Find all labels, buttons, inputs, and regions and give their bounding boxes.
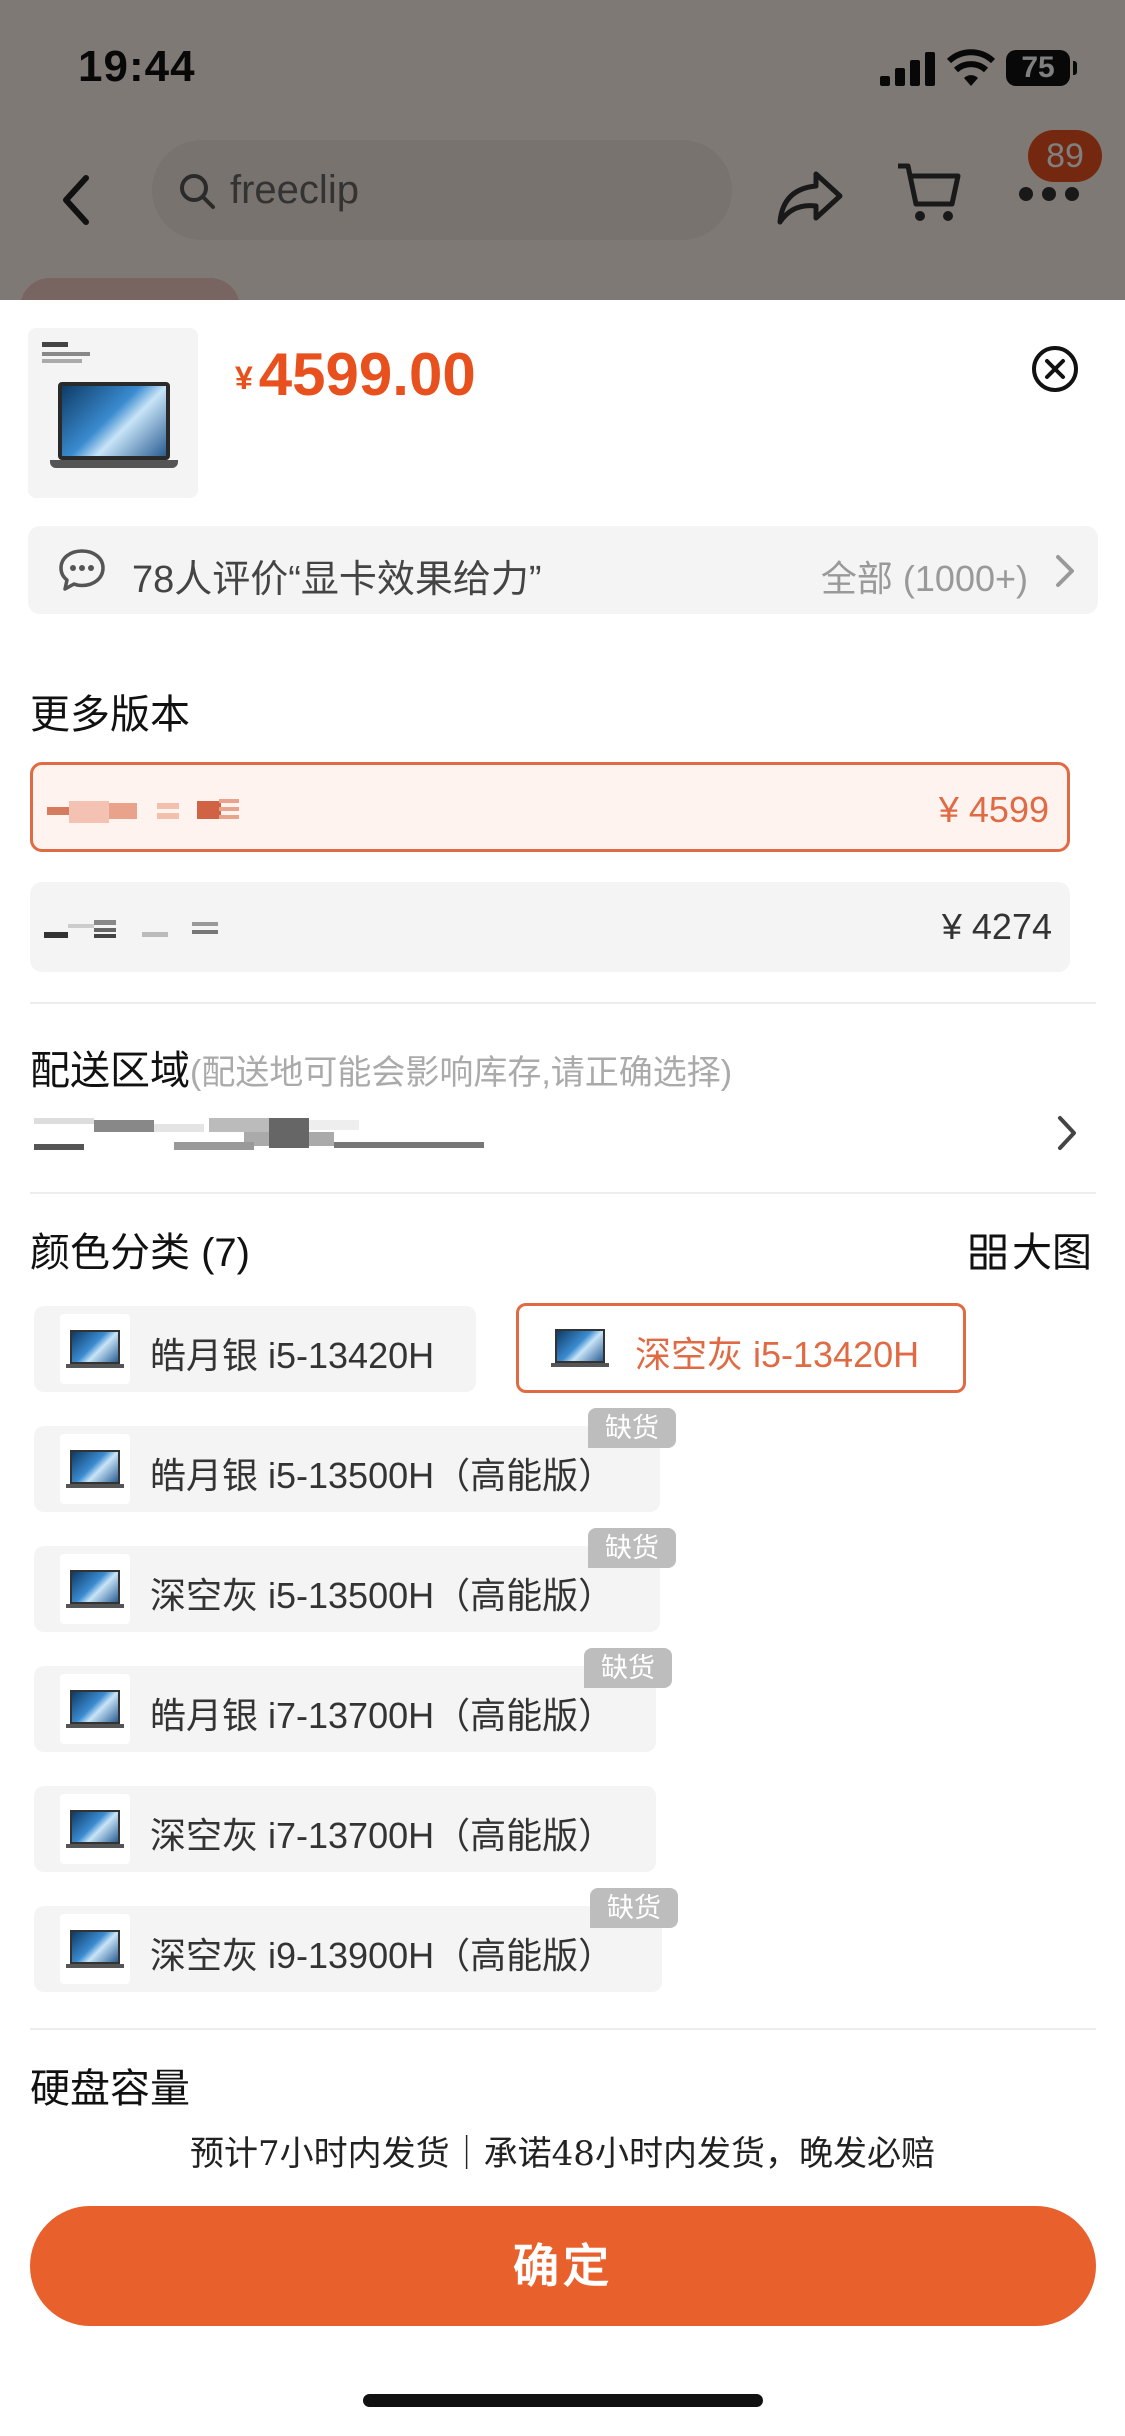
out-of-stock-badge: 缺货 <box>584 1648 672 1688</box>
color-option[interactable]: 皓月银 i5-13500H（高能版） 缺货 <box>34 1408 676 1512</box>
close-icon[interactable] <box>1030 344 1080 394</box>
color-option-selected[interactable]: 深空灰 i5-13420H <box>516 1303 966 1393</box>
delivery-note: (配送地可能会影响库存,请正确选择) <box>190 1054 733 1092</box>
storage-title: 硬盘容量 <box>30 2067 190 2111</box>
section-divider <box>30 1002 1096 1004</box>
color-option[interactable]: 皓月银 i5-13420H <box>34 1306 476 1392</box>
review-summary-text: 78人评价“显卡效果给力” <box>132 559 542 601</box>
color-option[interactable]: 皓月银 i7-13700H（高能版） 缺货 <box>34 1648 672 1752</box>
redacted-delivery-address[interactable] <box>34 1114 504 1154</box>
color-option-label: 皓月银 i7-13700H（高能版） <box>150 1695 615 1736</box>
color-option[interactable]: 深空灰 i7-13700H（高能版） <box>34 1786 656 1872</box>
shipping-note: 预计7小时内发货｜承诺48小时内发货，晚发必赔 <box>190 2134 935 2174</box>
color-option-label: 深空灰 i9-13900H（高能版） <box>150 1935 615 1976</box>
color-option-thumbnail <box>60 1314 130 1384</box>
confirm-button[interactable]: 确定 <box>30 2206 1096 2326</box>
out-of-stock-badge: 缺货 <box>588 1528 676 1568</box>
section-divider <box>30 2028 1096 2030</box>
color-option-thumbnail <box>60 1914 130 1984</box>
color-option-label: 深空灰 i5-13420H <box>635 1334 920 1375</box>
product-thumbnail[interactable] <box>28 328 198 498</box>
out-of-stock-badge: 缺货 <box>588 1408 676 1448</box>
chevron-right-icon <box>1056 555 1074 587</box>
product-price: ¥4599.00 <box>235 340 476 409</box>
color-option-label: 深空灰 i7-13700H（高能版） <box>150 1815 615 1856</box>
big-image-toggle[interactable]: 大图 <box>970 1220 1092 1278</box>
versions-title: 更多版本 <box>30 693 190 737</box>
redacted-version-name <box>44 920 218 938</box>
color-option-thumbnail <box>60 1794 130 1864</box>
color-option-label: 深空灰 i5-13500H（高能版） <box>150 1575 615 1616</box>
price-value: 4599.00 <box>258 341 476 408</box>
currency-symbol: ¥ <box>235 360 253 396</box>
out-of-stock-badge: 缺货 <box>590 1888 678 1928</box>
color-option-label: 皓月银 i5-13420H <box>150 1335 435 1376</box>
version-option[interactable]: ¥ 4274 <box>30 882 1070 972</box>
grid-view-icon <box>970 1234 1006 1270</box>
sku-selection-sheet: ¥4599.00 78人评价“显卡效果给力” 全部 (1000+) 更多版本 ¥… <box>0 300 1125 2436</box>
color-option-thumbnail <box>60 1554 130 1624</box>
modal-overlay[interactable] <box>0 0 1125 300</box>
comment-icon <box>59 549 105 591</box>
section-divider <box>30 1192 1096 1194</box>
color-option[interactable]: 深空灰 i9-13900H（高能版） 缺货 <box>34 1888 678 1992</box>
chevron-right-icon[interactable] <box>1056 1114 1078 1152</box>
delivery-title: 配送区域 <box>30 1049 190 1093</box>
big-image-label: 大图 <box>1012 1231 1092 1275</box>
color-option-thumbnail <box>60 1674 130 1744</box>
review-summary-bar[interactable]: 78人评价“显卡效果给力” 全部 (1000+) <box>28 526 1098 614</box>
color-category-title: 颜色分类 (7) <box>30 1231 250 1275</box>
color-option-thumbnail <box>545 1313 615 1383</box>
color-option[interactable]: 深空灰 i5-13500H（高能版） 缺货 <box>34 1528 676 1632</box>
home-indicator[interactable] <box>363 2394 763 2407</box>
color-option-label: 皓月银 i5-13500H（高能版） <box>150 1455 615 1496</box>
redacted-version-name <box>47 799 239 823</box>
delivery-section-title: 配送区域(配送地可能会影响库存,请正确选择) <box>30 1038 732 1096</box>
review-all-link[interactable]: 全部 (1000+) <box>821 550 1028 602</box>
version-price: ¥ 4274 <box>941 906 1052 947</box>
color-option-thumbnail <box>60 1434 130 1504</box>
version-price: ¥ 4599 <box>938 789 1049 830</box>
version-option-selected[interactable]: ¥ 4599 <box>30 762 1070 852</box>
